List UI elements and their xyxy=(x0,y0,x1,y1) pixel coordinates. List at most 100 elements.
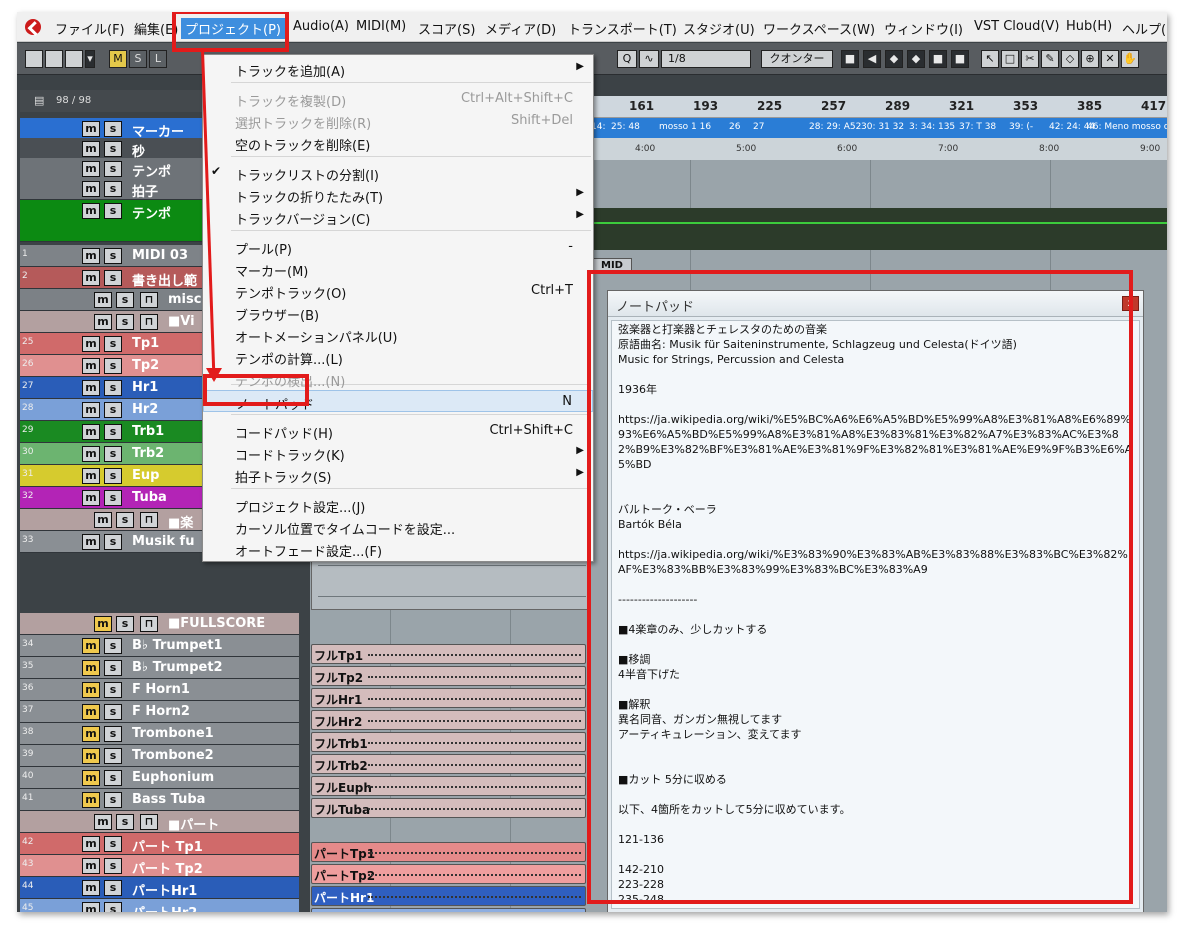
project-menu-item[interactable]: ✔ トラックリストの分割(I) xyxy=(203,162,593,184)
mute-button[interactable]: m xyxy=(82,358,100,374)
mute-button[interactable]: m xyxy=(94,512,112,528)
mute-button[interactable]: m xyxy=(82,141,100,157)
fullscore-part[interactable]: フルEuph xyxy=(311,776,586,796)
solo-button[interactable]: s xyxy=(104,880,122,896)
project-menu-item[interactable]: トラックバージョン(C) ▶ xyxy=(203,206,593,228)
project-menu-item[interactable]: コードトラック(K) ▶ xyxy=(203,442,593,464)
marker-label[interactable]: 26 xyxy=(729,122,740,132)
track-name[interactable]: Euphonium xyxy=(132,770,214,785)
solo-button[interactable]: s xyxy=(104,638,122,654)
track-name[interactable]: パートHr1 xyxy=(132,880,197,899)
menu-studio[interactable]: スタジオ(U) xyxy=(683,19,755,38)
solo-button[interactable]: s xyxy=(116,814,134,830)
solo-button[interactable]: s xyxy=(104,203,122,219)
solo-button[interactable]: s xyxy=(104,121,122,137)
menu-hub[interactable]: Hub(H) xyxy=(1066,19,1112,34)
track-row[interactable]: m s ■パート ⊓ xyxy=(20,811,299,833)
mute-button[interactable]: m xyxy=(82,660,100,676)
solo-button[interactable]: s xyxy=(116,314,134,330)
mute-button[interactable]: m xyxy=(82,792,100,808)
split-tool-icon[interactable]: ✂ xyxy=(1021,50,1039,68)
mute-button[interactable]: m xyxy=(82,161,100,177)
solo-button[interactable]: s xyxy=(104,682,122,698)
layout-left-icon[interactable] xyxy=(25,50,43,68)
track-row[interactable]: 37 m s F Horn2 xyxy=(20,701,299,723)
project-menu-item[interactable]: 空のトラックを削除(E) xyxy=(203,132,593,154)
l-button[interactable]: L xyxy=(149,50,167,68)
solo-button[interactable]: s xyxy=(104,660,122,676)
track-list-menu-icon[interactable]: ▤ xyxy=(34,94,44,107)
lock-icon[interactable]: ⊓ xyxy=(140,814,158,830)
tool-stop-icon[interactable]: ■ xyxy=(841,50,859,68)
solo-button[interactable]: s xyxy=(104,858,122,874)
fullscore-part[interactable]: フルTrb1 xyxy=(311,732,586,752)
mute-button[interactable]: m xyxy=(94,616,112,632)
mute-button[interactable]: m xyxy=(82,468,100,484)
instrument-part[interactable]: パートTp2 xyxy=(311,864,586,884)
menu-midi[interactable]: MIDI(M) xyxy=(356,19,406,34)
fullscore-part[interactable]: フルHr2 xyxy=(311,710,586,730)
instrument-part[interactable]: パートHr1 xyxy=(311,886,586,906)
solo-button[interactable]: s xyxy=(104,748,122,764)
solo-button[interactable]: s xyxy=(104,161,122,177)
select-tool-icon[interactable]: ↖ xyxy=(981,50,999,68)
project-menu-item[interactable]: プロジェクト設定...(J) xyxy=(203,494,593,516)
fullscore-part[interactable]: フルTuba xyxy=(311,798,586,818)
project-menu-item[interactable]: カーソル位置でタイムコードを設定... xyxy=(203,516,593,538)
marker-label[interactable]: 28: 29: A52 xyxy=(809,122,861,132)
erase-tool-icon[interactable]: ◇ xyxy=(1061,50,1079,68)
track-name[interactable]: Trombone2 xyxy=(132,748,214,763)
solo-button[interactable]: s xyxy=(104,704,122,720)
solo-button[interactable]: s xyxy=(104,770,122,786)
menu-vst-cloud[interactable]: VST Cloud(V) xyxy=(974,19,1059,34)
track-row[interactable]: 34 m s B♭ Trumpet1 xyxy=(20,635,299,657)
track-name[interactable]: ■Vi xyxy=(168,314,195,329)
project-menu-item[interactable]: テンポの計算...(L) xyxy=(203,346,593,368)
project-menu-item[interactable]: トラックの折りたたみ(T) ▶ xyxy=(203,184,593,206)
solo-button[interactable]: s xyxy=(104,270,122,286)
project-menu-item[interactable]: マーカー(M) xyxy=(203,258,593,280)
mute-button[interactable]: m xyxy=(82,770,100,786)
marker-label[interactable]: 25: 48 xyxy=(611,122,640,132)
track-name[interactable]: パート Tp1 xyxy=(132,836,203,855)
mute-button[interactable]: m xyxy=(82,424,100,440)
project-menu-item[interactable]: テンポトラック(O) Ctrl+T xyxy=(203,280,593,302)
track-name[interactable]: Trombone1 xyxy=(132,726,214,741)
fullscore-part[interactable]: フルTp1 xyxy=(311,644,586,664)
marker-label[interactable]: 27 xyxy=(753,122,764,132)
mute-button[interactable]: m xyxy=(94,292,112,308)
menu-score[interactable]: スコア(S) xyxy=(418,19,475,38)
track-row[interactable]: 45 ms パートHr2 xyxy=(20,899,299,912)
project-menu-item[interactable]: ブラウザー(B) xyxy=(203,302,593,324)
mute-button[interactable]: m xyxy=(82,682,100,698)
marker-label[interactable]: 46: Meno mosso ca1 xyxy=(1087,122,1167,132)
mute-button[interactable]: m xyxy=(82,380,100,396)
solo-button[interactable]: s xyxy=(104,181,122,197)
range-tool-icon[interactable]: □ xyxy=(1001,50,1019,68)
track-row[interactable]: 40 m s Euphonium xyxy=(20,767,299,789)
mute-button[interactable]: m xyxy=(82,121,100,137)
menu-media[interactable]: メディア(D) xyxy=(485,19,556,38)
tool-left-locator-icon[interactable]: ■ xyxy=(929,50,947,68)
fullscore-part[interactable]: フルTp2 xyxy=(311,666,586,686)
marker-label[interactable]: 39: (- xyxy=(1009,122,1033,132)
track-name[interactable]: 書き出し範 xyxy=(132,270,197,289)
tool-rewind-icon[interactable]: ◀ xyxy=(863,50,881,68)
snap-mode-select[interactable]: クオンター xyxy=(761,50,833,68)
menu-workspace[interactable]: ワークスペース(W) xyxy=(763,19,875,38)
solo-button[interactable]: s xyxy=(104,446,122,462)
track-name[interactable]: テンポ xyxy=(132,203,171,222)
mute-tool-icon[interactable]: ✕ xyxy=(1101,50,1119,68)
layout-bottom-icon[interactable] xyxy=(45,50,63,68)
mute-button[interactable]: m xyxy=(82,446,100,462)
mute-button[interactable]: m xyxy=(82,858,100,874)
solo-button[interactable]: s xyxy=(104,792,122,808)
zoom-tool-icon[interactable]: ⊕ xyxy=(1081,50,1099,68)
mute-button[interactable]: m xyxy=(82,248,100,264)
project-menu-item[interactable]: プール(P) - xyxy=(203,236,593,258)
mute-button[interactable]: m xyxy=(94,814,112,830)
quantize-wave-icon[interactable]: ∿ xyxy=(639,50,659,68)
hand-tool-icon[interactable]: ✋ xyxy=(1121,50,1139,68)
m-button[interactable]: M xyxy=(109,50,127,68)
solo-button[interactable]: s xyxy=(104,141,122,157)
